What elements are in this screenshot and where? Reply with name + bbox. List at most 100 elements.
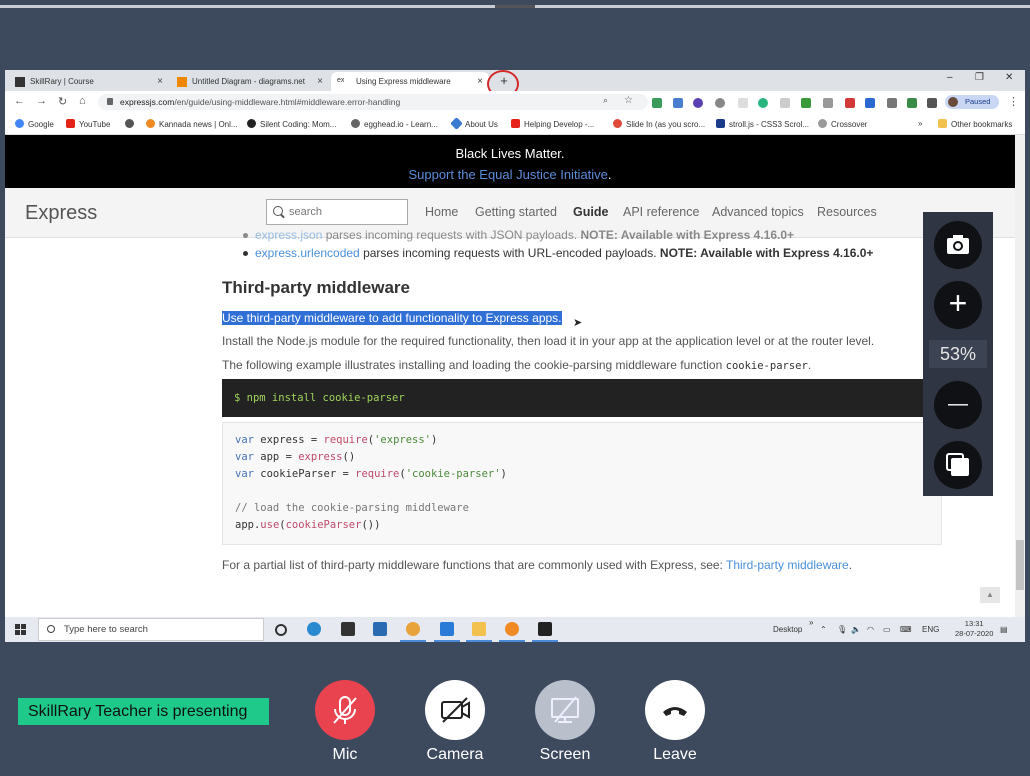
menu-kebab-icon[interactable]: ⋮	[1008, 95, 1019, 108]
bookmark-stroll[interactable]: stroll.js - CSS3 Scrol...	[716, 119, 809, 129]
zoom-in-button[interactable]: +	[934, 281, 982, 329]
extension-icon[interactable]	[715, 98, 725, 108]
cortana-icon[interactable]	[275, 624, 287, 636]
banner-link[interactable]: Support the Equal Justice Initiative	[408, 167, 607, 182]
back-icon[interactable]: ←	[14, 95, 25, 107]
extension-icon[interactable]	[801, 98, 811, 108]
bookmark-slide-in[interactable]: Slide In (as you scro...	[613, 119, 705, 129]
bookmark-about-us[interactable]: About Us	[450, 117, 498, 130]
scrollbar-thumb[interactable]	[1016, 540, 1024, 590]
edge-icon[interactable]	[307, 622, 321, 636]
bookmark-silent-coding[interactable]: Silent Coding: Mom...	[247, 119, 336, 129]
language-indicator[interactable]: ENG	[922, 625, 939, 634]
zoom-lens-icon[interactable]: ⌕	[603, 95, 608, 106]
tray-chevron-up-icon[interactable]: ⌃	[820, 625, 827, 634]
close-tab-icon[interactable]: ×	[157, 76, 163, 87]
tab-skillrary[interactable]: SkillRary | Course ×	[9, 72, 169, 91]
extension-icon[interactable]	[907, 98, 917, 108]
extension-icon[interactable]	[780, 98, 790, 108]
drag-handle[interactable]	[495, 5, 535, 8]
vscode-icon[interactable]	[440, 622, 454, 636]
close-window-button[interactable]: ✕	[1005, 72, 1013, 83]
bookmark-globe[interactable]	[125, 119, 138, 129]
close-tab-icon[interactable]: ×	[317, 76, 323, 87]
bookmark-google[interactable]: Google	[15, 119, 54, 129]
taskbar-clock[interactable]: 13:31 28-07-2020	[955, 619, 993, 639]
extension-icon[interactable]	[845, 98, 855, 108]
code-token: require	[323, 434, 368, 446]
extension-icon[interactable]	[823, 98, 833, 108]
fit-screen-button[interactable]	[934, 441, 982, 489]
bookmark-helping-develop[interactable]: Helping Develop -...	[511, 119, 594, 129]
store-icon[interactable]	[341, 622, 355, 636]
mic-label: Mic	[332, 746, 358, 763]
third-party-middleware-link[interactable]: Third-party middleware	[726, 558, 849, 572]
bookmark-youtube[interactable]: YouTube	[66, 119, 110, 129]
mail-icon[interactable]	[373, 622, 387, 636]
code-token: var	[235, 434, 254, 446]
desktop-toolbar[interactable]: Desktop	[773, 625, 802, 634]
notifications-icon[interactable]: ▤	[1000, 625, 1008, 634]
camera-button[interactable]	[425, 680, 485, 740]
mic-button[interactable]	[315, 680, 375, 740]
zoom-out-button[interactable]: —	[934, 381, 982, 429]
screen-share-button[interactable]	[535, 680, 595, 740]
close-tab-icon[interactable]: ×	[477, 76, 483, 87]
chrome-icon[interactable]	[406, 622, 420, 636]
extension-icon[interactable]	[738, 98, 748, 108]
extension-icon[interactable]	[652, 98, 662, 108]
extension-icon[interactable]	[693, 98, 703, 108]
extension-icon[interactable]	[865, 98, 875, 108]
browser-tab-bar: SkillRary | Course × Untitled Diagram - …	[5, 70, 1025, 98]
bookmark-star-icon[interactable]: ☆	[624, 95, 633, 106]
express-json-link[interactable]: express.json	[255, 228, 322, 242]
site-search-input[interactable]: search	[266, 199, 408, 225]
profile-button[interactable]: Paused	[945, 95, 999, 109]
scroll-to-top-button[interactable]: ▲	[980, 587, 1000, 603]
app-icon[interactable]	[505, 622, 519, 636]
nav-api-reference[interactable]: API reference	[623, 205, 699, 219]
new-tab-button[interactable]: +	[495, 72, 513, 90]
desktop-chevron[interactable]: »	[809, 618, 813, 627]
terminal-icon[interactable]	[538, 622, 552, 636]
reload-icon[interactable]: ↻	[58, 95, 67, 108]
clock-time: 13:31	[964, 619, 984, 628]
leave-button[interactable]	[645, 680, 705, 740]
nav-resources[interactable]: Resources	[817, 205, 877, 219]
windows-start-icon[interactable]	[15, 624, 26, 635]
file-explorer-icon[interactable]	[472, 622, 486, 636]
screenshot-button[interactable]	[934, 221, 982, 269]
site-logo[interactable]: Express	[25, 202, 97, 225]
bookmark-kannada[interactable]: Kannada news | Onl...	[146, 119, 238, 129]
bookmark-label: Crossover	[831, 120, 868, 129]
battery-icon[interactable]: ▭	[883, 625, 891, 634]
bookmark-egghead[interactable]: egghead.io - Learn...	[351, 119, 438, 129]
bookmark-crossover[interactable]: Crossover	[818, 119, 867, 129]
nav-guide[interactable]: Guide	[573, 205, 608, 219]
nav-home[interactable]: Home	[425, 205, 458, 219]
home-icon[interactable]: ⌂	[79, 95, 86, 107]
keyboard-icon[interactable]: ⌨	[900, 625, 912, 634]
code-token: cookieParser =	[253, 468, 356, 480]
volume-icon[interactable]: 🔈	[851, 625, 861, 634]
extension-icon[interactable]	[758, 98, 768, 108]
page-scrollbar[interactable]	[1015, 135, 1025, 617]
bullet	[243, 233, 248, 238]
maximize-button[interactable]: ❐	[975, 72, 984, 83]
express-urlencoded-link[interactable]: express.urlencoded	[255, 246, 360, 260]
taskbar-search-input[interactable]: Type here to search	[38, 618, 264, 641]
extensions-puzzle-icon[interactable]	[927, 98, 937, 108]
wifi-icon[interactable]: ◠	[867, 625, 874, 634]
minimize-button[interactable]: –	[947, 72, 953, 83]
extension-icon[interactable]	[887, 98, 897, 108]
forward-icon[interactable]: →	[36, 95, 47, 107]
other-bookmarks[interactable]: Other bookmarks	[938, 119, 1012, 129]
tab-diagrams[interactable]: Untitled Diagram - diagrams.net ×	[171, 72, 329, 91]
nav-getting-started[interactable]: Getting started	[475, 205, 557, 219]
bookmarks-more-chevron[interactable]: »	[918, 119, 922, 128]
url-bar[interactable]: expressjs.com/en/guide/using-middleware.…	[98, 94, 648, 110]
tab-express[interactable]: ex Using Express middleware ×	[331, 72, 489, 91]
extension-icon[interactable]	[673, 98, 683, 108]
nav-advanced-topics[interactable]: Advanced topics	[712, 205, 804, 219]
mic-tray-icon[interactable]: 🎙	[837, 625, 847, 634]
